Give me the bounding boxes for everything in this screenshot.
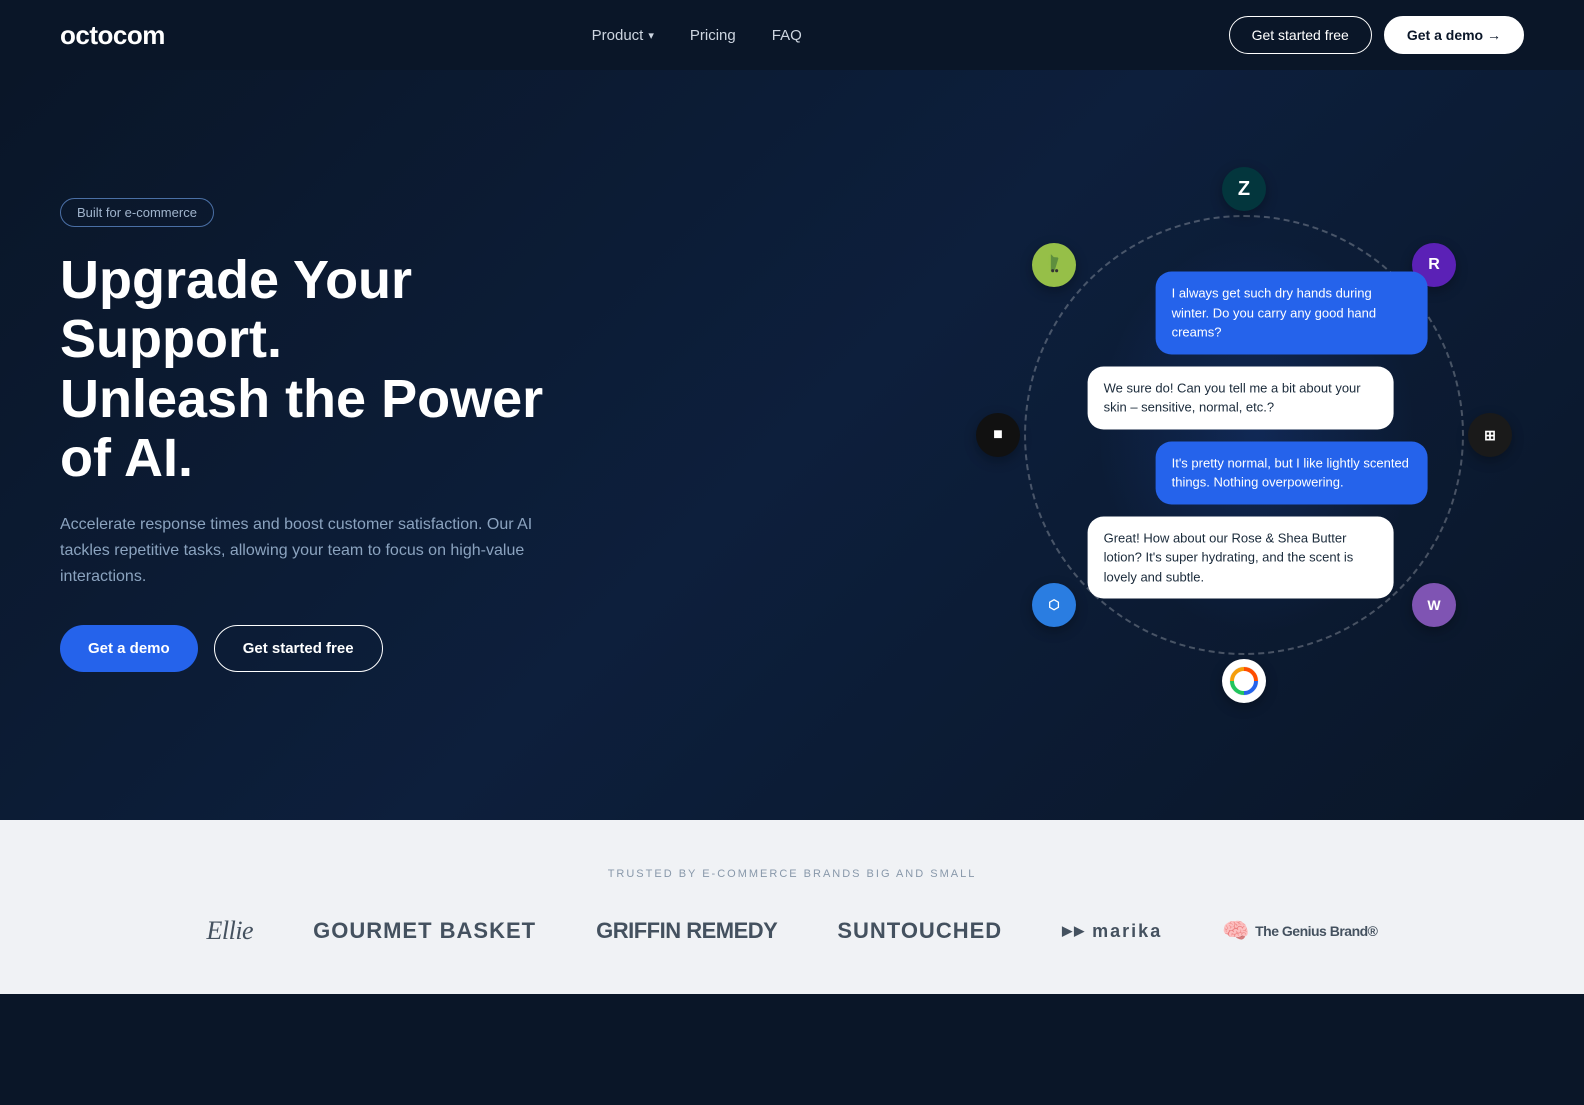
brand-marika-label: marika (1092, 921, 1162, 942)
hero-title-line2: Unleash the Power of AI. (60, 369, 543, 488)
hero-title-line1: Upgrade Your Support. (60, 250, 412, 369)
brand-ellie: Ellie (207, 916, 254, 946)
hero-left: Built for e-commerce Upgrade Your Suppor… (60, 198, 600, 672)
navbar: octocom Product ▾ Pricing FAQ Get starte… (0, 0, 1584, 70)
trusted-section: TRUSTED BY E-COMMERCE BRANDS BIG AND SMA… (0, 820, 1584, 994)
brand-genius-label: The Genius Brand® (1255, 923, 1377, 939)
hero-title: Upgrade Your Support. Unleash the Power … (60, 251, 600, 489)
integration-zendesk-icon: Z (1222, 167, 1266, 211)
nav-product-link[interactable]: Product ▾ (592, 27, 654, 44)
hero-buttons: Get a demo Get started free (60, 625, 600, 672)
brand-logos: Ellie GOURMET BASKET GRIFFIN REMEDY SUNT… (60, 916, 1524, 946)
nav-faq-label: FAQ (772, 27, 802, 44)
chat-area: I always get such dry hands during winte… (1088, 272, 1428, 599)
brand-gourmet: GOURMET BASKET (313, 918, 536, 944)
hero-description: Accelerate response times and boost cust… (60, 512, 540, 589)
nav-links: Product ▾ Pricing FAQ (592, 27, 802, 44)
hero-badge: Built for e-commerce (60, 198, 214, 227)
integration-loop-icon (1222, 659, 1266, 703)
brand-genius: 🧠 The Genius Brand® (1222, 918, 1377, 944)
chevron-down-icon: ▾ (648, 29, 654, 42)
chat-message-1: I always get such dry hands during winte… (1156, 272, 1428, 355)
chat-message-3: It's pretty normal, but I like lightly s… (1156, 441, 1428, 504)
nav-pricing-link[interactable]: Pricing (690, 27, 736, 44)
hero-demo-button[interactable]: Get a demo (60, 625, 198, 672)
logo[interactable]: octocom (60, 20, 165, 51)
integration-gorgias-icon: ■ (976, 413, 1020, 457)
chat-message-2: We sure do! Can you tell me a bit about … (1088, 366, 1394, 429)
chat-message-4: Great! How about our Rose & Shea Butter … (1088, 516, 1394, 599)
brand-griffin: GRIFFIN REMEDY (596, 918, 777, 944)
integration-klaviyo-icon: ⊞ (1468, 413, 1512, 457)
hero-section: Built for e-commerce Upgrade Your Suppor… (0, 70, 1584, 820)
integration-shopify-icon (1032, 243, 1076, 287)
get-demo-button[interactable]: Get a demo → (1384, 16, 1524, 54)
trusted-label: TRUSTED BY E-COMMERCE BRANDS BIG AND SMA… (60, 868, 1524, 880)
nav-faq-link[interactable]: FAQ (772, 27, 802, 44)
nav-product-label: Product (592, 27, 644, 44)
hero-started-button[interactable]: Get started free (214, 625, 383, 672)
brand-suntouched: SUNTOUCHED (837, 918, 1002, 944)
get-started-free-button[interactable]: Get started free (1229, 16, 1372, 54)
nav-buttons: Get started free Get a demo → (1229, 16, 1524, 54)
brand-marika: ▶▶ marika (1062, 921, 1162, 942)
integration-attentive-icon: ⬡ (1032, 583, 1076, 627)
nav-pricing-label: Pricing (690, 27, 736, 44)
hero-right: Z R ■ ⊞ W ⬡ (964, 155, 1524, 715)
